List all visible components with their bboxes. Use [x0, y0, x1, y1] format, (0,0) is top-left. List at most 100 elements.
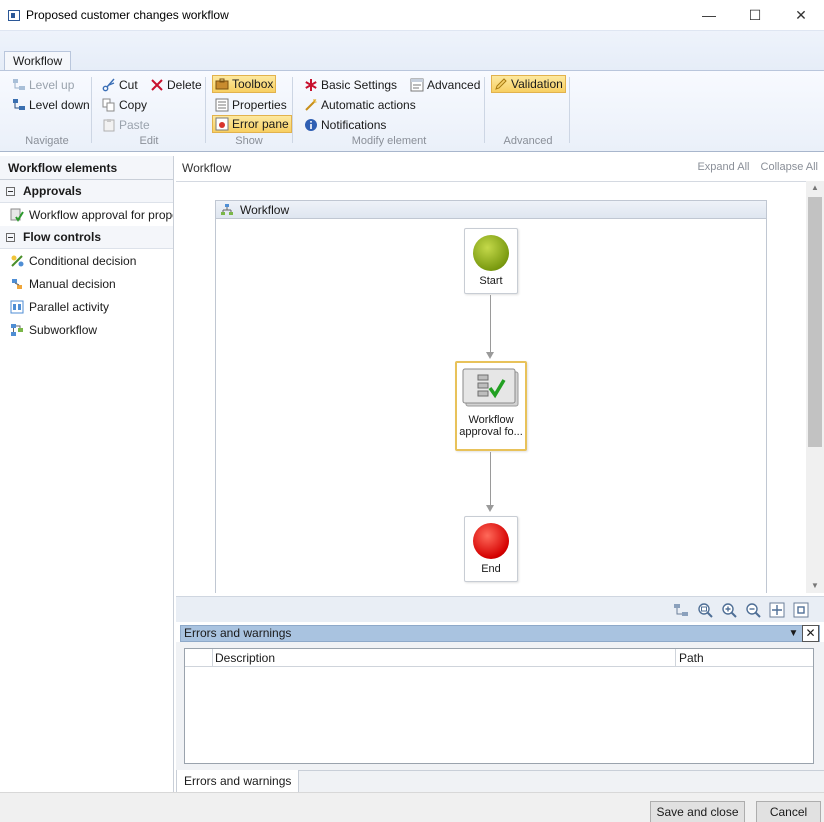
- column-description[interactable]: Description: [215, 651, 275, 665]
- close-window-button[interactable]: ✕: [778, 0, 824, 30]
- workflow-tree-icon: [220, 203, 234, 217]
- zoom-in-icon[interactable]: [721, 601, 737, 619]
- errors-pane: Description Path: [176, 642, 824, 770]
- canvas-vertical-scrollbar[interactable]: ▲ ▼: [806, 181, 824, 593]
- group-flow-controls[interactable]: Flow controls: [0, 226, 173, 249]
- title-bar: Proposed customer changes workflow — ☐ ✕: [0, 0, 824, 30]
- connector-line: [490, 452, 491, 506]
- group-approvals[interactable]: Approvals: [0, 180, 173, 203]
- advanced-window-icon: [410, 78, 424, 92]
- ribbon-separator: [484, 77, 485, 143]
- collapse-toggle-icon[interactable]: [6, 232, 15, 242]
- toolbox-button[interactable]: Toolbox: [212, 75, 277, 93]
- approval-node-label-line2: approval fo...: [459, 426, 523, 438]
- element-subworkflow[interactable]: Subworkflow: [0, 318, 173, 341]
- workflow-approval-node[interactable]: Workflow approval fo...: [455, 361, 527, 451]
- cancel-button[interactable]: Cancel: [756, 801, 821, 822]
- approval-node-icon: [462, 368, 520, 408]
- tab-workflow[interactable]: Workflow: [4, 51, 72, 72]
- ribbon-group-advanced: Validation Advanced: [488, 71, 568, 151]
- group-flow-controls-label: Flow controls: [23, 230, 101, 244]
- approval-node-label-line1: Workflow: [468, 414, 514, 426]
- delete-label: Delete: [167, 78, 202, 92]
- error-pane-button[interactable]: Error pane: [212, 115, 292, 133]
- paste-label: Paste: [119, 118, 150, 132]
- ribbon: Level up Level down Navigate Cut Copy Pa…: [0, 70, 824, 152]
- connector-arrow-icon: [486, 352, 494, 359]
- subworkflow-icon: [10, 323, 24, 337]
- level-up-label: Level up: [29, 78, 75, 92]
- scroll-up-arrow-icon[interactable]: ▲: [806, 181, 824, 195]
- error-pane-icon: [215, 117, 229, 131]
- canvas-header: Workflow Expand All Collapse All: [176, 156, 824, 180]
- manual-decision-icon: [10, 277, 24, 291]
- element-workflow-approval[interactable]: Workflow approval for propos: [0, 203, 173, 226]
- basic-settings-label: Basic Settings: [321, 78, 398, 92]
- element-label: Workflow approval for propos: [29, 207, 173, 222]
- toolbox-label: Toolbox: [232, 77, 274, 91]
- paste-button[interactable]: Paste: [100, 116, 152, 134]
- start-node[interactable]: Start: [464, 228, 518, 294]
- modify-element-group-label: Modify element: [351, 135, 427, 147]
- actual-size-icon[interactable]: [793, 601, 809, 619]
- delete-button[interactable]: Delete: [148, 76, 204, 94]
- pane-options-dropdown-icon[interactable]: ▼: [785, 625, 802, 642]
- validation-button[interactable]: Validation: [491, 75, 566, 93]
- notifications-button[interactable]: Notifications: [302, 116, 388, 134]
- expand-all-link[interactable]: Expand All: [697, 161, 749, 173]
- close-pane-icon[interactable]: ✕: [802, 625, 819, 642]
- properties-label: Properties: [232, 98, 287, 112]
- notifications-label: Notifications: [321, 118, 387, 132]
- element-parallel-activity[interactable]: Parallel activity: [0, 295, 173, 318]
- copy-icon: [102, 98, 116, 112]
- minimize-button[interactable]: —: [686, 0, 732, 30]
- level-down-icon: [12, 98, 26, 112]
- zoom-out-icon[interactable]: [745, 601, 761, 619]
- automatic-actions-label: Automatic actions: [321, 98, 416, 112]
- conditional-decision-icon: [10, 254, 24, 268]
- fit-to-window-icon[interactable]: [769, 601, 785, 619]
- ribbon-separator: [205, 77, 206, 143]
- level-down-button[interactable]: Level down: [10, 96, 92, 114]
- automatic-actions-button[interactable]: Automatic actions: [302, 96, 418, 114]
- layout-icon[interactable]: [673, 601, 689, 619]
- validation-pencil-icon: [494, 77, 508, 91]
- collapse-all-link[interactable]: Collapse All: [761, 161, 818, 173]
- workflow-frame-title: Workflow: [240, 202, 290, 217]
- element-conditional-decision[interactable]: Conditional decision: [0, 249, 173, 272]
- grid-row-selector-column[interactable]: [185, 649, 213, 667]
- maximize-button[interactable]: ☐: [732, 0, 778, 30]
- advanced-label: Advanced: [427, 78, 481, 92]
- scroll-down-arrow-icon[interactable]: ▼: [806, 579, 824, 593]
- properties-button[interactable]: Properties: [213, 96, 289, 114]
- copy-button[interactable]: Copy: [100, 96, 149, 114]
- errors-tab-strip: Errors and warnings: [176, 770, 824, 793]
- errors-grid[interactable]: Description Path: [184, 648, 814, 764]
- element-label: Manual decision: [29, 276, 116, 291]
- column-separator: [675, 649, 676, 667]
- end-node-label: End: [481, 563, 501, 575]
- navigate-group-label: Navigate: [25, 135, 69, 147]
- collapse-toggle-icon[interactable]: [6, 186, 15, 196]
- end-node[interactable]: End: [464, 516, 518, 582]
- cut-button[interactable]: Cut: [100, 76, 140, 94]
- canvas-title: Workflow: [182, 161, 232, 175]
- scissors-icon: [102, 78, 116, 92]
- column-path[interactable]: Path: [679, 651, 704, 665]
- tab-errors-and-warnings[interactable]: Errors and warnings: [176, 770, 300, 793]
- connector-line: [490, 295, 491, 353]
- element-manual-decision[interactable]: Manual decision: [0, 272, 173, 295]
- ribbon-group-show: Toolbox Properties Error pane Show: [208, 71, 292, 151]
- advanced-button[interactable]: Advanced: [408, 76, 482, 94]
- level-up-button[interactable]: Level up: [10, 76, 76, 94]
- error-pane-label: Error pane: [232, 117, 289, 131]
- basic-settings-button[interactable]: Basic Settings: [302, 76, 399, 94]
- paste-icon: [102, 118, 116, 132]
- zoom-fit-icon[interactable]: [697, 601, 713, 619]
- element-label: Conditional decision: [29, 253, 137, 268]
- workflow-canvas[interactable]: Workflow Start Workflow approval fo... E…: [176, 181, 806, 593]
- wand-icon: [304, 98, 318, 112]
- scrollbar-thumb[interactable]: [808, 197, 822, 447]
- start-node-label: Start: [479, 275, 503, 287]
- save-and-close-button[interactable]: Save and close: [650, 801, 745, 822]
